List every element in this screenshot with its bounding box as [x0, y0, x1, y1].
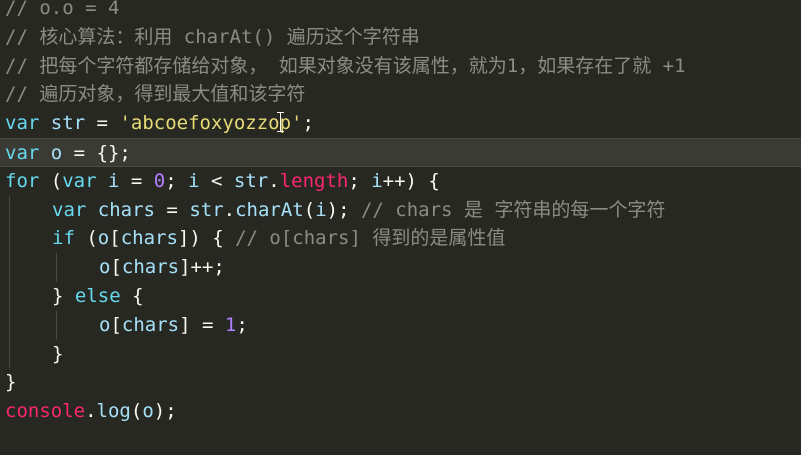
code-line-7[interactable]: for (var i = 0; i < str.length; i++) { [0, 167, 801, 196]
comment-text: // 核心算法：利用 charAt() 遍历这个字符串 [5, 25, 420, 48]
property-length: length [279, 169, 349, 192]
identifier-chars: chars [121, 313, 180, 336]
identifier-chars: chars [121, 256, 180, 279]
keyword-if: if [52, 227, 75, 250]
indent-guide [9, 281, 10, 311]
indent-guide [9, 195, 10, 225]
identifier-str: str [189, 198, 224, 221]
identifier-i: i [315, 198, 327, 221]
keyword-else: else [74, 284, 121, 307]
method-log: log [96, 400, 131, 423]
identifier-i: i [188, 169, 200, 192]
code-line-10[interactable]: o[chars]++; [0, 253, 801, 282]
indent-guide [9, 310, 10, 340]
identifier-o: o [99, 313, 111, 336]
indent-guide [9, 339, 10, 369]
keyword-var: var [5, 112, 40, 135]
keyword-var: var [52, 198, 87, 221]
indent-guide [56, 253, 57, 282]
code-line-13[interactable]: } [0, 339, 801, 369]
identifier-o: o [142, 400, 154, 423]
code-line-2[interactable]: // 核心算法：利用 charAt() 遍历这个字符串 [0, 23, 801, 52]
keyword-for: for [5, 169, 40, 192]
identifier-console: console [5, 400, 86, 423]
comment-text: // o.o = 4 [5, 0, 120, 19]
identifier-o: o [99, 256, 111, 279]
string-part-a: 'abcoefoxyozzo [119, 112, 280, 135]
method-charAt: charAt [235, 198, 304, 221]
code-line-16[interactable] [0, 426, 801, 455]
comment-text: // o[chars] 得到的是属性值 [235, 227, 506, 250]
identifier-o: o [97, 227, 110, 250]
code-line-12[interactable]: o[chars] = 1; [0, 310, 801, 340]
comment-text: // 把每个字符都存储给对象， 如果对象没有该属性，就为1，如果存在了就 +1 [5, 54, 686, 77]
code-line-1[interactable]: // o.o = 4 [0, 0, 801, 23]
identifier-i: i [371, 169, 383, 192]
number-literal: 1 [224, 313, 237, 336]
code-line-8[interactable]: var chars = str.charAt(i); // chars 是 字符… [0, 195, 801, 225]
keyword-var: var [62, 169, 97, 192]
text-cursor [276, 112, 285, 133]
code-editor[interactable]: // o.o = 4 // 核心算法：利用 charAt() 遍历这个字符串 /… [0, 0, 801, 455]
code-line-3[interactable]: // 把每个字符都存储给对象， 如果对象没有该属性，就为1，如果存在了就 +1 [0, 52, 801, 81]
code-line-11[interactable]: } else { [0, 281, 801, 311]
number-literal: 0 [153, 169, 166, 192]
code-line-15[interactable]: console.log(o); [0, 397, 801, 426]
comment-text: // chars 是 字符串的每一个字符 [360, 198, 666, 221]
keyword-var: var [5, 141, 40, 164]
identifier-i: i [108, 169, 120, 192]
identifier-str: str [233, 169, 269, 192]
code-line-14[interactable]: } [0, 368, 801, 397]
identifier-str: str [50, 112, 86, 135]
identifier-chars: chars [97, 198, 155, 221]
code-line-6-active[interactable]: var o = {}; [0, 137, 801, 167]
indent-guide [9, 253, 10, 282]
code-line-4[interactable]: // 遍历对象，得到最大值和该字符 [0, 80, 801, 109]
identifier-chars: chars [120, 227, 178, 250]
indent-guide [9, 224, 10, 254]
string-literal: 'abcoefoxyozzop' [119, 112, 302, 134]
code-line-5[interactable]: var str = 'abcoefoxyozzop'; [0, 109, 801, 138]
indent-guide [56, 310, 57, 340]
code-line-9[interactable]: if (o[chars]) { // o[chars] 得到的是属性值 [0, 224, 801, 254]
comment-text: // 遍历对象，得到最大值和该字符 [5, 83, 306, 106]
identifier-o: o [50, 141, 63, 164]
